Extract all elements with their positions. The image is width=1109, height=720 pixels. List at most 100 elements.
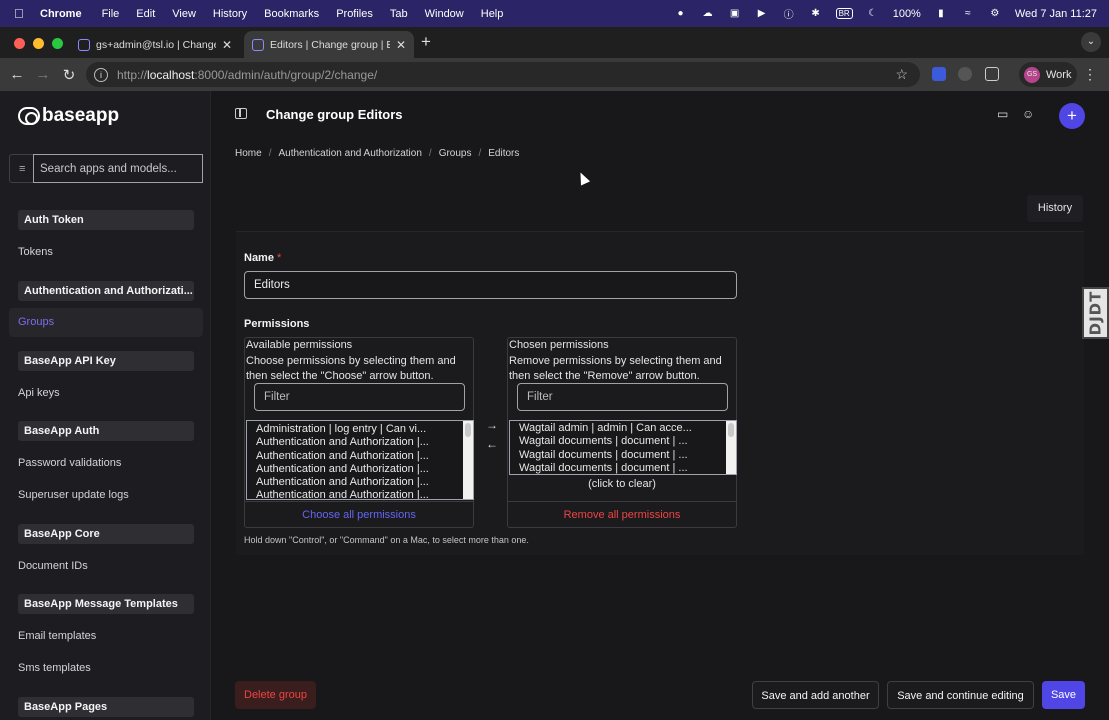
- list-item[interactable]: Wagtail admin | admin | Can acce...: [510, 422, 736, 435]
- remove-arrow-icon[interactable]: ←: [486, 435, 498, 454]
- sidebar-item-groups[interactable]: Groups: [9, 308, 203, 337]
- list-item[interactable]: Wagtail documents | document | ...: [510, 462, 736, 474]
- wifi-icon[interactable]: ≈: [961, 8, 975, 20]
- save-button[interactable]: Save: [1042, 681, 1085, 709]
- add-button[interactable]: +: [1059, 103, 1085, 129]
- save-and-continue-button[interactable]: Save and continue editing: [887, 681, 1034, 709]
- menubar-clock[interactable]: Wed 7 Jan 11:27: [1015, 8, 1097, 20]
- sidebar-item-password-validations[interactable]: Password validations: [18, 457, 121, 469]
- tab-search-chevron-icon[interactable]: ⌄: [1081, 32, 1101, 52]
- sidebar-section-baseapp-auth: BaseApp Auth: [18, 421, 194, 441]
- breadcrumb-separator: /: [428, 148, 432, 159]
- menu-file[interactable]: File: [102, 8, 120, 20]
- menu-history[interactable]: History: [213, 8, 247, 20]
- brand-logo[interactable]: baseapp: [18, 105, 119, 127]
- remove-all-link[interactable]: Remove all permissions: [508, 501, 736, 528]
- minimize-window-button[interactable]: [33, 38, 44, 49]
- sidebar-search-input[interactable]: [33, 154, 203, 183]
- theme-monitor-icon[interactable]: ▭: [997, 107, 1008, 121]
- control-center-icon[interactable]: ⚙: [988, 8, 1002, 20]
- extension-gear-icon[interactable]: [958, 67, 972, 81]
- menu-profiles[interactable]: Profiles: [336, 8, 373, 20]
- chosen-help: Remove permissions by selecting them and…: [509, 355, 722, 382]
- sidebar-toggle-icon[interactable]: [235, 108, 247, 119]
- browser-tab-2-active[interactable]: Editors | Change group | Base ✕: [244, 31, 414, 58]
- list-item[interactable]: Authentication and Authorization |...: [247, 463, 473, 476]
- list-item[interactable]: Authentication and Authorization |...: [247, 476, 473, 489]
- profile-label: Work: [1046, 68, 1072, 81]
- name-input[interactable]: [244, 271, 737, 299]
- chrome-menu-icon[interactable]: ⋮: [1083, 66, 1097, 83]
- user-icon[interactable]: ☺: [1022, 107, 1034, 121]
- breadcrumb-groups[interactable]: Groups: [439, 148, 472, 159]
- menu-help[interactable]: Help: [481, 8, 504, 20]
- display-icon[interactable]: ▣: [728, 8, 742, 20]
- chosen-permissions-list[interactable]: Wagtail admin | admin | Can acce... Wagt…: [509, 420, 737, 475]
- reload-icon[interactable]: ↻: [56, 66, 82, 84]
- menu-view[interactable]: View: [172, 8, 196, 20]
- available-permissions-box: Available permissions Choose permissions…: [244, 337, 474, 528]
- available-permissions-list[interactable]: Administration | log entry | Can vi... A…: [246, 420, 474, 500]
- available-filter-input[interactable]: [254, 383, 465, 411]
- record-icon[interactable]: ●: [674, 8, 688, 20]
- scrollbar-thumb[interactable]: [465, 423, 471, 437]
- menu-tab[interactable]: Tab: [390, 8, 408, 20]
- weather-icon[interactable]: ☁: [701, 8, 715, 20]
- forward-arrow-icon[interactable]: →: [30, 66, 56, 83]
- save-and-add-another-button[interactable]: Save and add another: [752, 681, 879, 709]
- new-tab-icon[interactable]: +: [421, 32, 431, 52]
- delete-group-button[interactable]: Delete group: [235, 681, 316, 709]
- menu-edit[interactable]: Edit: [136, 8, 155, 20]
- list-item[interactable]: Administration | log entry | Can vi...: [247, 423, 473, 436]
- choose-arrow-icon[interactable]: →: [486, 416, 498, 435]
- sidebar-item-tokens[interactable]: Tokens: [18, 246, 53, 258]
- battery-icon[interactable]: ▮: [934, 8, 948, 20]
- browser-tab-1[interactable]: gs+admin@tsl.io | Change us ✕: [70, 31, 240, 58]
- extension-shield-icon[interactable]: [932, 67, 946, 81]
- sidebar-section-auth-token: Auth Token: [18, 210, 194, 230]
- sidebar-section-baseapp-pages: BaseApp Pages: [18, 697, 194, 717]
- sidebar-item-document-ids[interactable]: Document IDs: [18, 560, 88, 572]
- breadcrumb-app[interactable]: Authentication and Authorization: [278, 148, 421, 159]
- list-item[interactable]: Authentication and Authorization |...: [247, 489, 473, 499]
- available-help: Choose permissions by selecting them and…: [246, 355, 456, 382]
- chosen-filter-input[interactable]: [517, 383, 728, 411]
- window-controls: [14, 38, 63, 49]
- menu-window[interactable]: Window: [425, 8, 464, 20]
- breadcrumb-home[interactable]: Home: [235, 148, 262, 159]
- moon-icon[interactable]: ☾: [866, 8, 880, 20]
- menu-app-name[interactable]: Chrome: [40, 8, 82, 20]
- sidebar-item-api-keys[interactable]: Api keys: [18, 387, 60, 399]
- bookmark-star-icon[interactable]: ☆: [895, 66, 908, 83]
- keyboard-layout-badge[interactable]: BR: [835, 8, 853, 19]
- headphones-icon[interactable]: ⓘ: [782, 8, 796, 21]
- sidebar-item-superuser-update-logs[interactable]: Superuser update logs: [18, 489, 129, 501]
- list-item[interactable]: Authentication and Authorization |...: [247, 436, 473, 449]
- history-button[interactable]: History: [1027, 195, 1083, 222]
- profile-button[interactable]: GS Work: [1019, 62, 1077, 87]
- list-item[interactable]: Authentication and Authorization |...: [247, 450, 473, 463]
- list-item[interactable]: Wagtail documents | document | ...: [510, 449, 736, 462]
- choose-all-link[interactable]: Choose all permissions: [245, 501, 473, 528]
- scrollbar-thumb[interactable]: [728, 423, 734, 437]
- brand-name: baseapp: [42, 105, 120, 126]
- bluetooth-icon[interactable]: ✱: [809, 8, 823, 20]
- debug-toolbar-handle[interactable]: DJDT: [1082, 287, 1109, 339]
- apple-icon[interactable]: : [14, 6, 28, 21]
- address-url[interactable]: http://localhost:8000/admin/auth/group/2…: [117, 68, 377, 82]
- menu-bookmarks[interactable]: Bookmarks: [264, 8, 319, 20]
- list-item[interactable]: Wagtail documents | document | ...: [510, 435, 736, 448]
- click-to-clear[interactable]: (click to clear): [508, 478, 736, 490]
- play-icon[interactable]: ▶: [755, 8, 769, 20]
- close-window-button[interactable]: [14, 38, 25, 49]
- close-tab-icon[interactable]: ✕: [222, 38, 232, 52]
- sidebar-item-email-templates[interactable]: Email templates: [18, 630, 96, 642]
- extensions-puzzle-icon[interactable]: [985, 67, 999, 81]
- sidebar-item-sms-templates[interactable]: Sms templates: [18, 662, 91, 674]
- back-arrow-icon[interactable]: ←: [4, 66, 30, 83]
- address-bar[interactable]: i http://localhost:8000/admin/auth/group…: [86, 62, 920, 87]
- close-tab-icon[interactable]: ✕: [396, 38, 406, 52]
- site-info-icon[interactable]: i: [94, 67, 108, 82]
- main-content: Change group Editors ▭ ☺ + Home / Authen…: [212, 91, 1109, 720]
- zoom-window-button[interactable]: [52, 38, 63, 49]
